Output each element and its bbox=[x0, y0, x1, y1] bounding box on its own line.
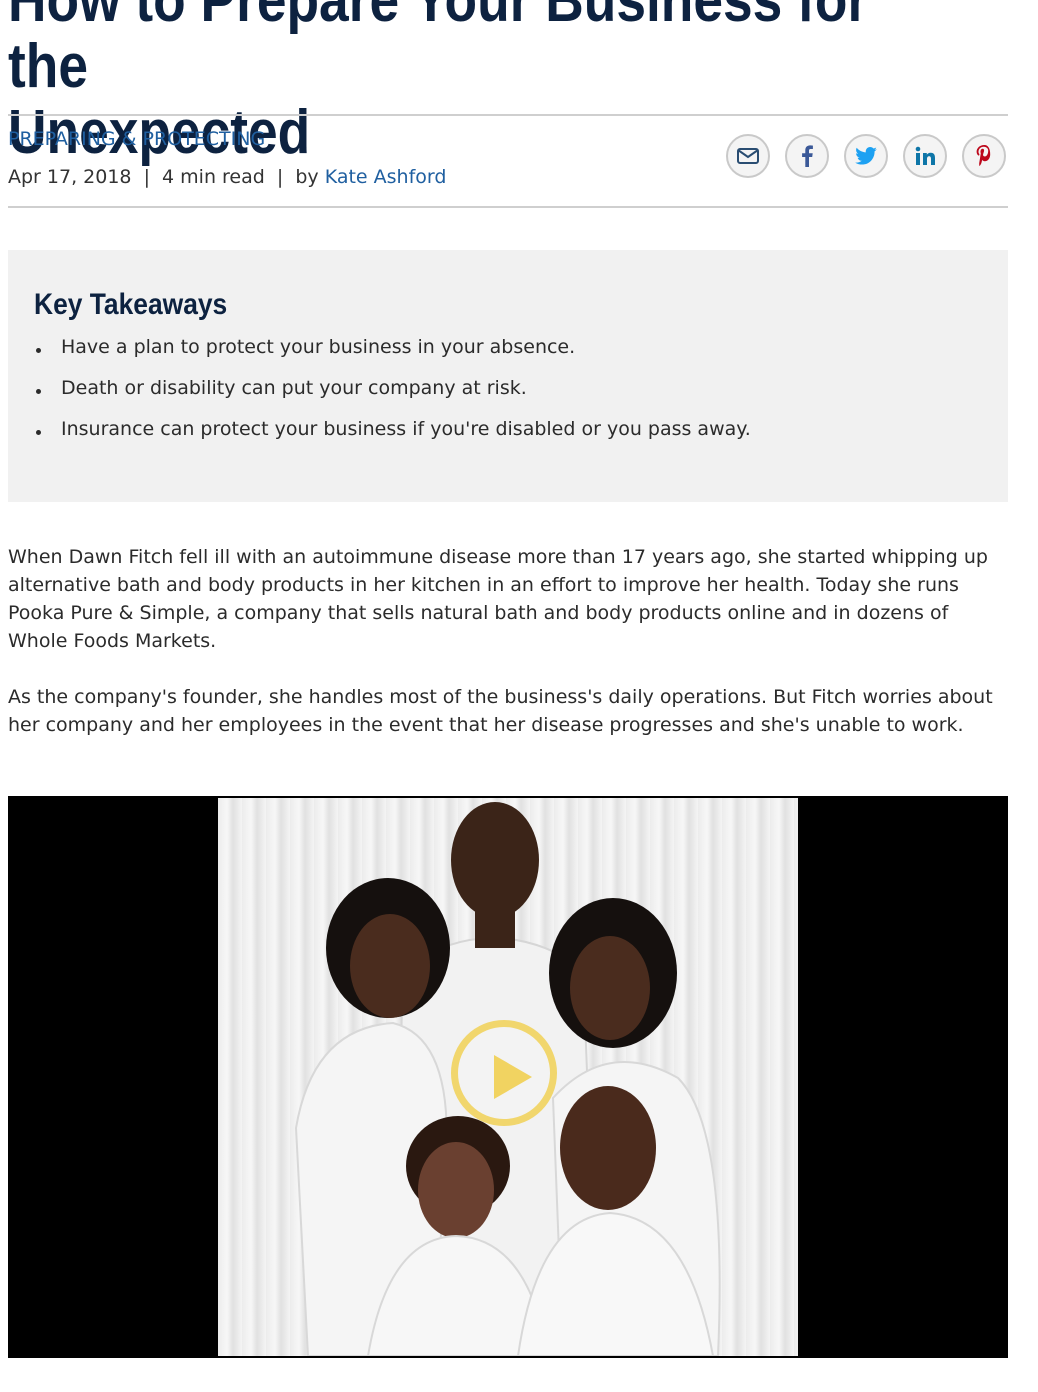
publish-date: Apr 17, 2018 bbox=[8, 166, 132, 188]
meta-separator: | bbox=[276, 166, 284, 188]
takeaway-item: Death or disability can put your company… bbox=[34, 377, 751, 418]
video-player[interactable] bbox=[8, 796, 1008, 1358]
takeaway-item: Insurance can protect your business if y… bbox=[34, 418, 751, 459]
share-twitter-button[interactable] bbox=[844, 134, 888, 178]
article-meta: Apr 17, 2018 | 4 min read | by Kate Ashf… bbox=[8, 166, 446, 188]
takeaway-item: Have a plan to protect your business in … bbox=[34, 336, 751, 377]
share-linkedin-button[interactable] bbox=[903, 134, 947, 178]
key-takeaways-box: Key Takeaways Have a plan to protect you… bbox=[8, 250, 1008, 502]
video-play-button[interactable] bbox=[451, 1020, 557, 1126]
pinterest-icon bbox=[976, 145, 992, 167]
email-icon bbox=[737, 148, 759, 164]
facebook-icon bbox=[801, 145, 813, 167]
header-divider-bottom bbox=[8, 206, 1008, 208]
share-email-button[interactable] bbox=[726, 134, 770, 178]
header-divider-top bbox=[8, 114, 1008, 116]
key-takeaways-heading: Key Takeaways bbox=[34, 288, 228, 321]
linkedin-icon bbox=[915, 146, 935, 166]
body-paragraph: As the company's founder, she handles mo… bbox=[8, 686, 993, 736]
share-pinterest-button[interactable] bbox=[962, 134, 1006, 178]
twitter-icon bbox=[855, 147, 877, 165]
meta-separator: | bbox=[143, 166, 150, 188]
by-label: by bbox=[295, 166, 319, 188]
read-time: 4 min read bbox=[162, 166, 265, 188]
share-facebook-button[interactable] bbox=[785, 134, 829, 178]
share-bar bbox=[726, 134, 1006, 178]
author-link[interactable]: Kate Ashford bbox=[325, 166, 447, 188]
category-link[interactable]: PREPARING & PROTECTING bbox=[8, 128, 265, 150]
key-takeaways-list: Have a plan to protect your business in … bbox=[34, 336, 751, 459]
body-paragraph: When Dawn Fitch fell ill with an autoimm… bbox=[8, 546, 988, 652]
